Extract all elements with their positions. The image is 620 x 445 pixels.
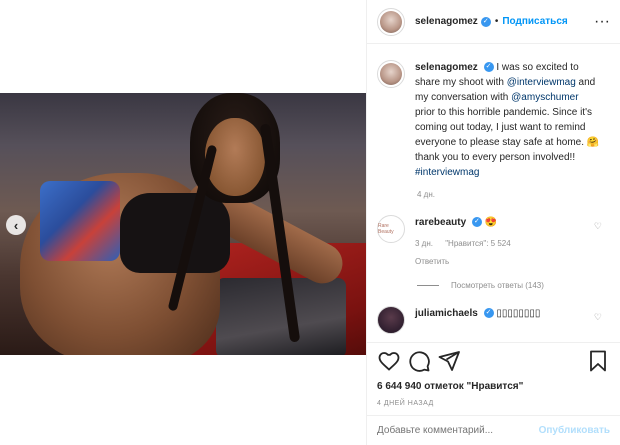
follow-button[interactable]: Подписаться [502, 16, 567, 27]
hugging-face-emoji: 🤗 [586, 137, 600, 148]
like-comment-heart-icon[interactable]: ♡ [594, 221, 602, 232]
caption-username[interactable]: selenagomez [415, 62, 478, 73]
share-icon[interactable] [437, 349, 461, 373]
header-username[interactable]: selenagomez [415, 16, 478, 27]
list-item: Rare Beauty rarebeauty ✓ 😍 3 дн. "Нравит… [377, 215, 610, 269]
mention-link[interactable]: @amyschumer [511, 92, 578, 103]
avatar[interactable]: Rare Beauty [377, 215, 405, 243]
comment-time: 3 дн. [415, 239, 433, 248]
post-actions: 6 644 940 отметок "Нравится" 4 ДНЕЙ НАЗА… [367, 342, 620, 407]
mention-link[interactable]: @interviewmag [507, 77, 576, 88]
comment-text: ▯▯▯▯▯▯▯▯ [496, 308, 541, 319]
post-date: 4 ДНЕЙ НАЗАД [377, 400, 434, 407]
post-header: selenagomez ✓ • Подписаться ··· [367, 0, 620, 44]
comment-username[interactable]: juliamichaels [415, 308, 478, 319]
comment-text: 😍 [484, 217, 498, 228]
avatar[interactable] [377, 60, 405, 88]
figure-shorts [40, 181, 120, 261]
reply-button[interactable]: Ответить [415, 257, 449, 266]
chevron-left-icon: ‹ [13, 217, 19, 233]
avatar[interactable] [377, 7, 405, 36]
likes-count[interactable]: 6 644 940 отметок "Нравится" [377, 381, 610, 392]
bookmark-icon[interactable] [586, 349, 610, 373]
comment-input[interactable] [377, 425, 539, 436]
comment-likes[interactable]: "Нравится": 5 524 [445, 239, 510, 248]
separator-dot: • [494, 16, 499, 27]
verified-badge-icon: ✓ [483, 308, 494, 319]
avatar[interactable] [377, 306, 405, 334]
caption-age: 4 дн. [417, 190, 435, 199]
caption: selenagomez ✓ I was so excited to share … [377, 60, 610, 180]
verified-badge-icon: ✓ [480, 16, 491, 27]
comment-icon[interactable] [407, 349, 431, 373]
comment-meta: 3 дн. "Нравится": 5 524 Ответить [415, 236, 521, 269]
car-window [216, 278, 346, 355]
list-item: juliamichaels ✓ ▯▯▯▯▯▯▯▯ ♡ [377, 306, 610, 334]
hashtag-link[interactable]: #interviewmag [415, 167, 479, 178]
like-comment-heart-icon[interactable]: ♡ [594, 312, 602, 323]
verified-badge-icon: ✓ [483, 62, 494, 73]
figure-top [120, 193, 230, 273]
caption-text: selenagomez ✓ I was so excited to share … [415, 62, 600, 178]
view-replies-button[interactable]: Посмотреть ответы (143) [417, 281, 610, 290]
add-comment-bar: Опубликовать [367, 415, 620, 445]
comments-list[interactable]: selenagomez ✓ I was so excited to share … [367, 60, 620, 340]
more-options-icon[interactable]: ··· [594, 13, 610, 31]
previous-image-button[interactable]: ‹ [6, 215, 26, 235]
divider [417, 285, 439, 286]
comment-username[interactable]: rarebeauty [415, 217, 466, 228]
post-media: ‹ [0, 0, 366, 445]
verified-badge-icon: ✓ [471, 217, 482, 228]
publish-button[interactable]: Опубликовать [539, 425, 610, 436]
action-icons-row [377, 349, 610, 373]
post-photo [0, 93, 366, 355]
heart-icon[interactable] [377, 349, 401, 373]
post-side-panel: selenagomez ✓ • Подписаться ··· selenago… [366, 0, 620, 445]
